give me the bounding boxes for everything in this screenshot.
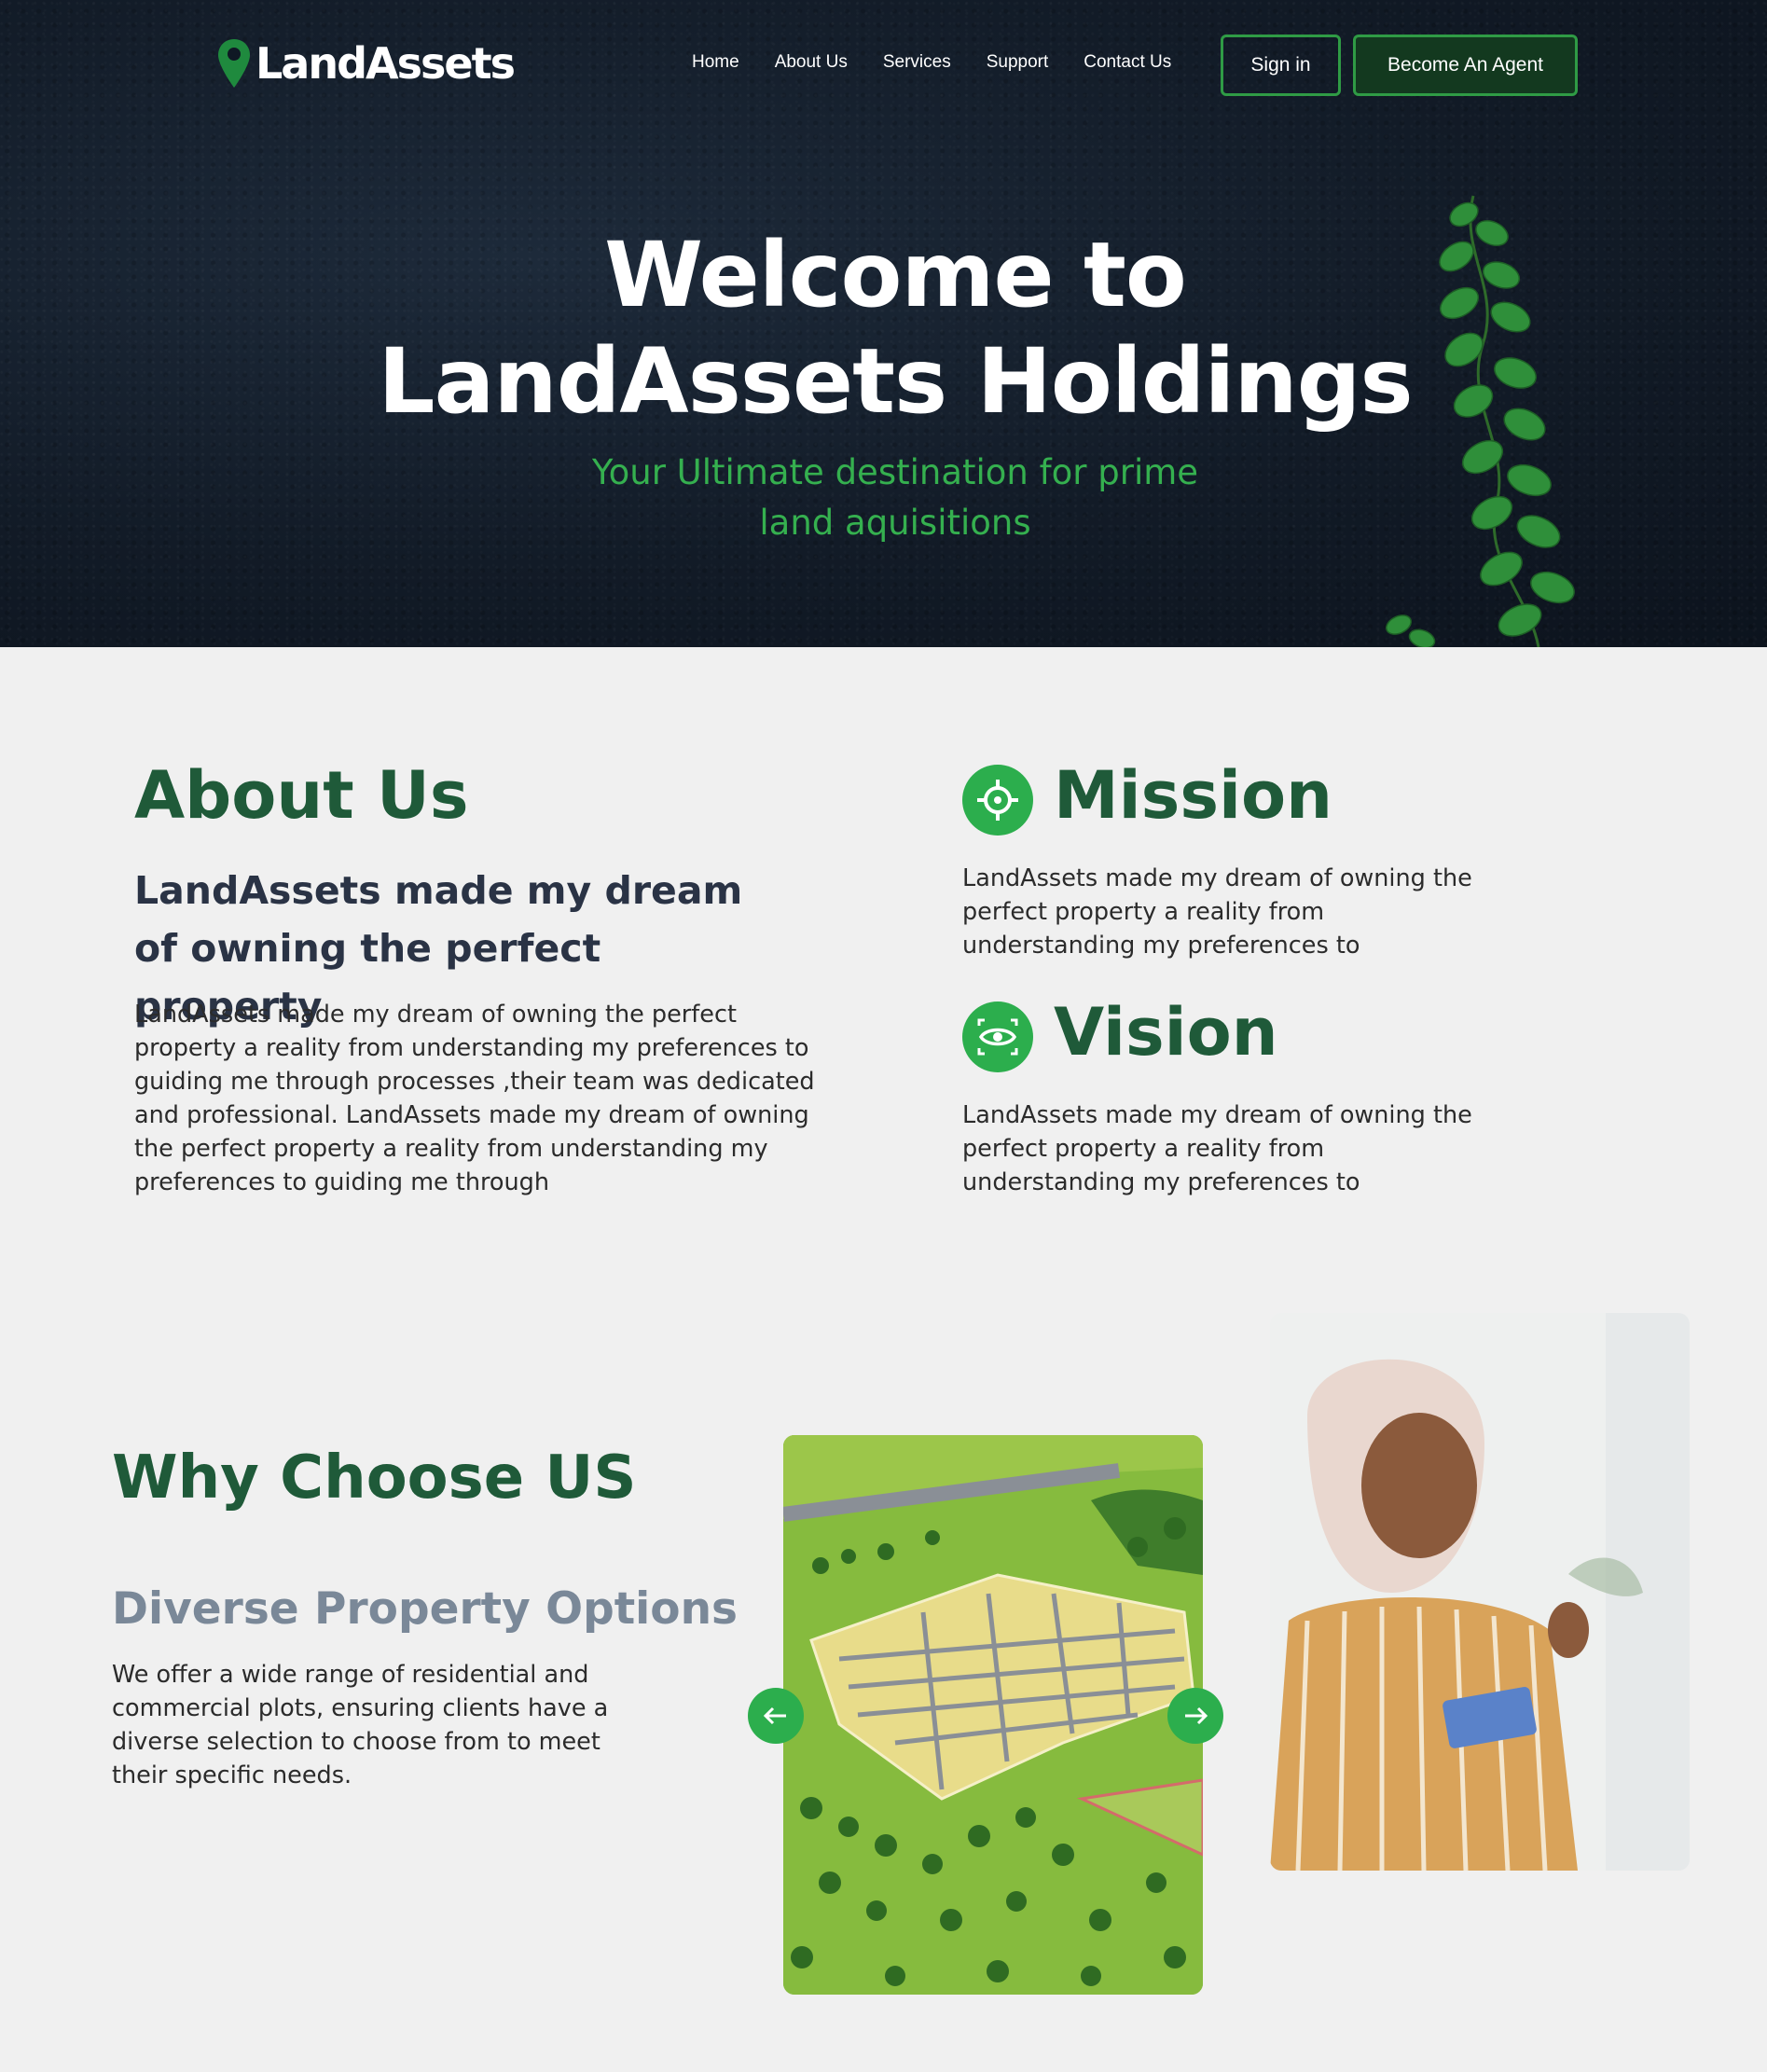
carousel-prev-button[interactable] [748,1688,804,1744]
why-subtitle: Diverse Property Options [112,1583,739,1635]
main-nav: Home About Us Services Support Contact U… [692,52,1207,73]
about-body: LandAssets made my dream of owning the p… [134,1001,815,1196]
logo[interactable]: LandAssets [216,37,516,90]
hero-title-line2: LandAssets Holdings [378,329,1413,434]
become-agent-button[interactable]: Become An Agent [1353,35,1578,96]
eye-icon [962,1001,1033,1072]
mission-title: Mission [1054,757,1332,834]
land-plots-image [783,1435,1203,1995]
why-title: Why Choose US [112,1443,637,1513]
why-body: We offer a wide range of residential and… [112,1661,609,1789]
hero-section: LandAssets Home About Us Services Suppor… [0,0,1767,647]
hero-subtitle-line1: Your Ultimate destination for prime [591,452,1199,492]
location-pin-icon [218,39,250,88]
nav-support[interactable]: Support [987,52,1049,73]
target-icon [962,765,1033,836]
vine-leaves-decoration [1386,195,1575,647]
hero-title-line1: Welcome to [604,223,1187,327]
arrow-right-icon [1185,1706,1208,1725]
vision-title: Vision [1054,994,1278,1071]
vision-body: LandAssets made my dream of owning the p… [962,1101,1472,1196]
nav-contact-us[interactable]: Contact Us [1084,52,1171,73]
nav-about-us[interactable]: About Us [775,52,848,73]
logo-text: LandAssets [255,38,516,89]
hero-subtitle-line2: land aquisitions [759,503,1031,543]
about-title: About Us [134,757,469,834]
customer-photo [1270,1313,1690,1871]
nav-home[interactable]: Home [692,52,739,73]
mission-body: LandAssets made my dream of owning the p… [962,864,1472,960]
arrow-left-icon [763,1706,786,1725]
nav-services[interactable]: Services [883,52,951,73]
sign-in-button[interactable]: Sign in [1221,35,1341,96]
carousel-next-button[interactable] [1167,1688,1223,1744]
